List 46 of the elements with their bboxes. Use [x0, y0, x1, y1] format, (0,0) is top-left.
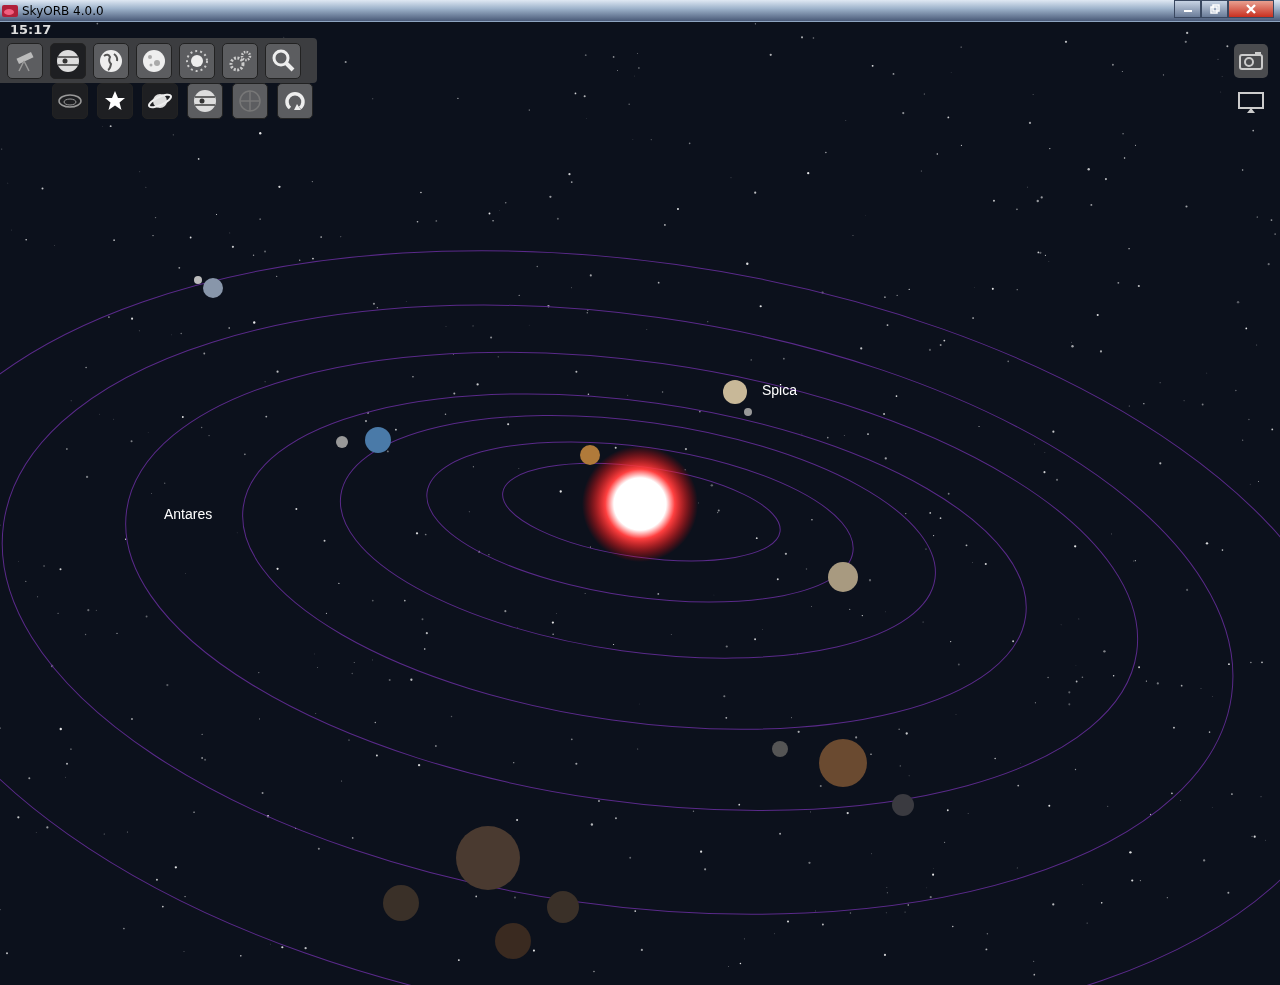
close-icon — [1245, 4, 1257, 14]
planet — [383, 885, 419, 921]
planet — [892, 794, 914, 816]
toolbar-button[interactable] — [265, 43, 301, 79]
gears-icon — [227, 48, 253, 74]
camera-icon — [1238, 51, 1264, 71]
minimize-button[interactable] — [1174, 0, 1201, 18]
planet — [828, 562, 858, 592]
star-label: Antares — [164, 506, 213, 522]
planet — [336, 436, 348, 448]
planet — [723, 380, 747, 404]
planet-icon — [192, 88, 218, 114]
globe-icon — [98, 48, 124, 74]
toolbar-button[interactable] — [93, 43, 129, 79]
toolbar-button[interactable] — [179, 43, 215, 79]
restore-icon — [1208, 4, 1221, 14]
screenshot-button[interactable] — [1234, 44, 1268, 78]
toolbar-button[interactable] — [222, 43, 258, 79]
toolbar-button[interactable] — [7, 43, 43, 79]
planet — [772, 741, 788, 757]
toolbar-button[interactable] — [136, 43, 172, 79]
clock-time: 15:17 — [10, 22, 52, 37]
moon-icon — [141, 48, 167, 74]
toolbar-button[interactable] — [142, 83, 178, 119]
close-button[interactable] — [1228, 0, 1274, 18]
planet — [495, 923, 531, 959]
planet — [365, 427, 391, 453]
planet — [456, 826, 520, 890]
search-icon — [270, 48, 296, 74]
restore-button[interactable] — [1201, 0, 1228, 18]
toolbar-button[interactable] — [50, 43, 86, 79]
toolbar-button[interactable] — [52, 83, 88, 119]
crosshair-icon — [237, 88, 263, 114]
app-logo-icon — [2, 3, 18, 18]
planet — [580, 445, 600, 465]
planet — [744, 408, 752, 416]
window-title: SkyORB 4.0.0 — [22, 3, 104, 18]
toolbar-button[interactable] — [277, 83, 313, 119]
toolbar-button[interactable] — [97, 83, 133, 119]
toolbar-button[interactable] — [187, 83, 223, 119]
sun-icon — [184, 48, 210, 74]
planet — [819, 739, 867, 787]
monitor-icon — [1237, 91, 1265, 115]
planet — [547, 891, 579, 923]
star-label: Spica — [762, 382, 798, 398]
planet-icon — [55, 48, 81, 74]
